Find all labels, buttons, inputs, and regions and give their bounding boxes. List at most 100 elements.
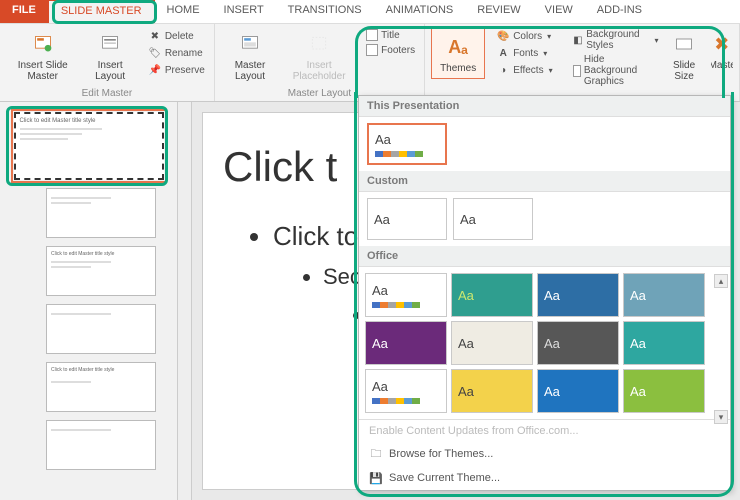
theme-office-2[interactable]: Aa <box>451 273 533 317</box>
master-layout-icon <box>236 30 264 58</box>
slide-thumbnail-panel: Click to edit Master title style Click t… <box>0 102 178 500</box>
section-custom: Custom <box>359 171 730 192</box>
ribbon: Insert Slide Master Insert Layout ✖Delet… <box>0 24 740 102</box>
group-edit-theme: Aₐ Themes 🎨Colors▾ AFonts▾ ◑Effects▾ ◧Ba… <box>425 24 740 101</box>
colors-icon: 🎨 <box>496 29 510 43</box>
theme-office-10[interactable]: Aa <box>451 369 533 413</box>
theme-office-12[interactable]: Aa <box>623 369 705 413</box>
themes-button[interactable]: Aₐ Themes <box>431 28 485 79</box>
background-styles-button[interactable]: ◧Background Styles▾ <box>570 28 662 52</box>
insert-layout-icon <box>96 30 124 58</box>
slide-master-icon <box>29 30 57 58</box>
fonts-button[interactable]: AFonts▾ <box>493 45 555 61</box>
checkbox-icon <box>366 29 378 41</box>
chevron-down-icon: ▾ <box>543 49 547 58</box>
theme-office-7[interactable]: Aa <box>537 321 619 365</box>
tab-view[interactable]: VIEW <box>533 0 585 23</box>
master-thumbnail[interactable]: Click to edit Master title style <box>14 112 164 180</box>
chevron-down-icon: ▾ <box>549 66 553 75</box>
rename-icon: 🏷 <box>148 46 162 60</box>
themes-icon: Aₐ <box>444 33 472 61</box>
insert-slide-master-label: Insert Slide Master <box>10 60 75 82</box>
effects-button[interactable]: ◑Effects▾ <box>493 62 555 78</box>
footers-checkbox: Footers <box>363 43 418 57</box>
tab-insert[interactable]: INSERT <box>212 0 276 23</box>
layout-thumbnail[interactable] <box>46 420 156 470</box>
hide-background-checkbox[interactable]: Hide Background Graphics <box>570 53 662 88</box>
background-icon: ◧ <box>573 33 584 47</box>
theme-office-6[interactable]: Aa <box>451 321 533 365</box>
scroll-down-icon[interactable]: ▾ <box>714 410 728 424</box>
theme-office-9[interactable]: Aa <box>365 369 447 413</box>
insert-slide-master-button[interactable]: Insert Slide Master <box>6 28 79 84</box>
layout-thumbnail[interactable]: Click to edit Master title style <box>46 362 156 412</box>
scroll-up-icon[interactable]: ▴ <box>714 274 728 288</box>
effects-icon: ◑ <box>496 63 510 77</box>
group-master-layout: Master Layout Insert Placeholder Title F… <box>215 24 425 101</box>
preserve-button[interactable]: 📌Preserve <box>145 62 208 78</box>
master-layout-button[interactable]: Master Layout <box>221 28 279 84</box>
tab-animations[interactable]: ANIMATIONS <box>374 0 466 23</box>
tab-transitions[interactable]: TRANSITIONS <box>276 0 374 23</box>
tab-slide-master[interactable]: SLIDE MASTER <box>48 0 155 23</box>
insert-layout-button[interactable]: Insert Layout <box>83 28 136 84</box>
tab-file[interactable]: FILE <box>0 0 48 23</box>
dropdown-scrollbar[interactable]: ▴▾ <box>714 274 728 424</box>
theme-office-5[interactable]: Aa <box>365 321 447 365</box>
title-checkbox: Title <box>363 28 418 42</box>
delete-button[interactable]: ✖Delete <box>145 28 208 44</box>
theme-office-8[interactable]: Aa <box>623 321 705 365</box>
themes-dropdown: This Presentation Aa Custom Aa Aa Office… <box>358 95 731 491</box>
master-layout-label: Master Layout <box>225 60 275 82</box>
close-icon: ✖ <box>711 30 733 58</box>
theme-palette <box>366 398 446 404</box>
layout-thumbnail[interactable]: Click to edit Master title style <box>46 246 156 296</box>
layout-thumbnail[interactable] <box>46 304 156 354</box>
theme-office-11[interactable]: Aa <box>537 369 619 413</box>
theme-custom-2[interactable]: Aa <box>453 198 533 240</box>
insert-layout-label: Insert Layout <box>87 60 132 82</box>
fonts-icon: A <box>496 46 510 60</box>
themes-label: Themes <box>440 63 476 74</box>
enable-updates-item: Enable Content Updates from Office.com..… <box>359 420 730 442</box>
group-label-edit-master: Edit Master <box>82 88 133 99</box>
close-master-button[interactable]: ✖ Close Master View <box>711 28 733 73</box>
layout-thumbnail[interactable] <box>46 188 156 238</box>
chevron-down-icon: ▾ <box>655 36 659 45</box>
save-icon: 💾 <box>369 471 383 485</box>
chevron-down-icon: ▾ <box>547 32 551 41</box>
placeholder-icon <box>305 30 333 58</box>
theme-palette <box>369 151 445 157</box>
theme-office-3[interactable]: Aa <box>537 273 619 317</box>
folder-icon: 🗀 <box>369 447 383 461</box>
tab-home[interactable]: HOME <box>155 0 212 23</box>
dropdown-footer: Enable Content Updates from Office.com..… <box>359 419 730 490</box>
tab-addins[interactable]: ADD-INS <box>585 0 654 23</box>
theme-custom-1[interactable]: Aa <box>367 198 447 240</box>
colors-button[interactable]: 🎨Colors▾ <box>493 28 555 44</box>
ribbon-tabs: FILE SLIDE MASTER HOME INSERT TRANSITION… <box>0 0 740 24</box>
group-edit-master: Insert Slide Master Insert Layout ✖Delet… <box>0 24 215 101</box>
slide-size-button[interactable]: Slide Size <box>666 28 703 84</box>
theme-office-1[interactable]: Aa <box>365 273 447 317</box>
group-label-master-layout: Master Layout <box>288 88 351 99</box>
checkbox-icon <box>366 44 378 56</box>
slide-size-icon <box>670 30 698 58</box>
section-this-presentation: This Presentation <box>359 96 730 117</box>
insert-placeholder-button: Insert Placeholder <box>283 28 355 84</box>
insert-placeholder-label: Insert Placeholder <box>287 60 351 82</box>
section-office: Office <box>359 246 730 267</box>
close-master-label: Close Master View <box>711 60 733 71</box>
theme-palette <box>366 302 446 308</box>
preserve-icon: 📌 <box>148 63 162 77</box>
slide-size-label: Slide Size <box>670 60 699 82</box>
theme-current[interactable]: Aa <box>367 123 447 165</box>
tab-review[interactable]: REVIEW <box>465 0 532 23</box>
rename-button[interactable]: 🏷Rename <box>145 45 208 61</box>
thumbnail-scrollbar[interactable] <box>178 102 192 500</box>
save-current-theme-item[interactable]: 💾Save Current Theme... <box>359 466 730 490</box>
delete-icon: ✖ <box>148 29 162 43</box>
checkbox-icon <box>573 65 581 77</box>
browse-themes-item[interactable]: 🗀Browse for Themes... <box>359 442 730 466</box>
theme-office-4[interactable]: Aa <box>623 273 705 317</box>
